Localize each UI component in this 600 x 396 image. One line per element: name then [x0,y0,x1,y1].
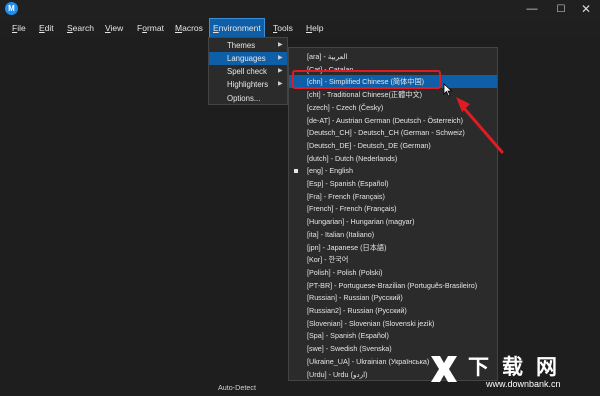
app-window: M — ☐ ✕ File Edit Search View Format Mac… [0,0,600,396]
watermark-text: 下载网 [468,355,570,379]
mouse-cursor-icon [443,83,453,97]
watermark-url: www.downbank.cn [486,379,561,389]
watermark: 下载网 www.downbank.cn [428,350,598,394]
watermark-logo-icon [431,356,457,382]
annotation-arrow-icon [456,97,504,154]
